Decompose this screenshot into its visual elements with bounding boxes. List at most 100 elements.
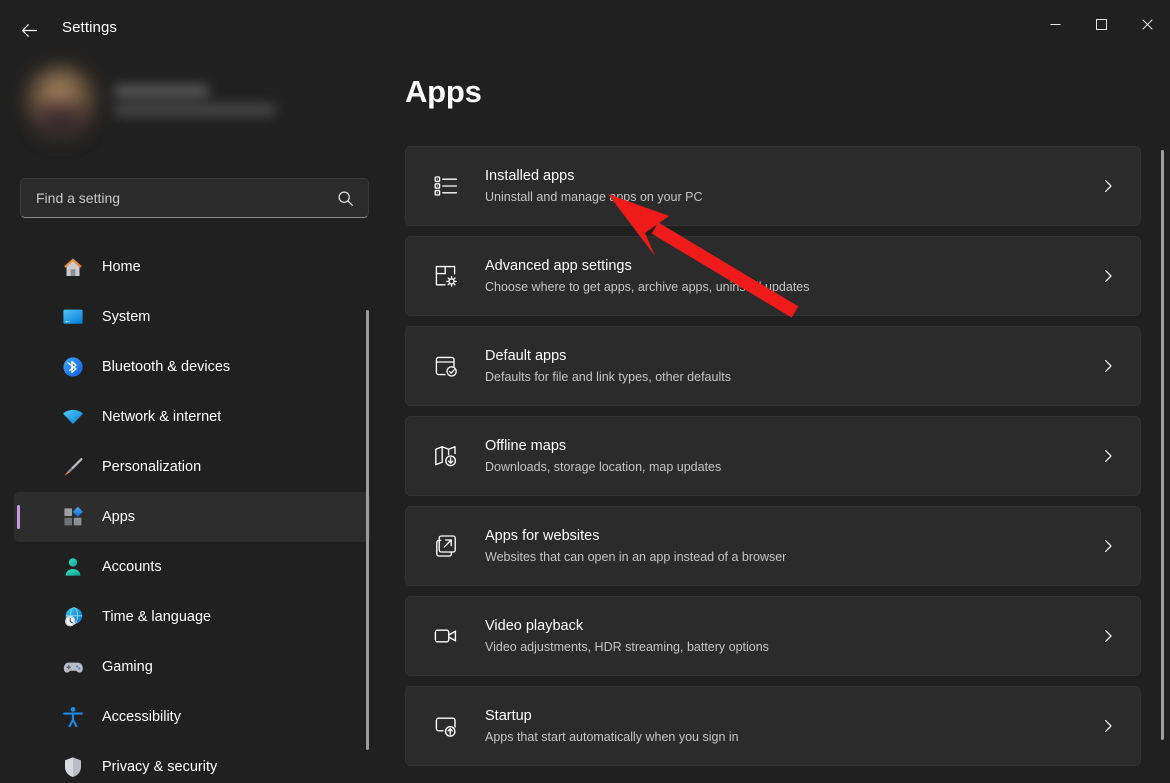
main-content: Apps (390, 52, 1170, 783)
startup-upload-icon (428, 708, 464, 744)
card-offline-maps[interactable]: Offline maps Downloads, storage location… (405, 416, 1141, 496)
card-installed-apps[interactable]: Installed apps Uninstall and manage apps… (405, 146, 1141, 226)
card-text: Startup Apps that start automatically wh… (485, 706, 1100, 746)
close-button[interactable] (1124, 0, 1170, 48)
title-bar: Settings (0, 0, 1170, 60)
account-email-blurred (114, 104, 276, 116)
card-title: Default apps (485, 346, 1100, 366)
card-advanced-app-settings[interactable]: Advanced app settings Choose where to ge… (405, 236, 1141, 316)
sidebar-item-home[interactable]: Home (14, 242, 370, 292)
minimize-button[interactable] (1032, 0, 1078, 48)
home-icon (58, 252, 88, 282)
installed-apps-list-icon (428, 168, 464, 204)
card-text: Default apps Defaults for file and link … (485, 346, 1100, 386)
settings-card-list: Installed apps Uninstall and manage apps… (405, 146, 1141, 776)
chevron-right-icon (1100, 358, 1116, 374)
network-wifi-icon (58, 402, 88, 432)
sidebar: Home System (0, 52, 390, 783)
gamepad-icon (58, 652, 88, 682)
card-text: Advanced app settings Choose where to ge… (485, 256, 1100, 296)
card-text: Apps for websites Websites that can open… (485, 526, 1100, 566)
sidebar-item-label: Home (102, 259, 141, 275)
card-subtitle: Uninstall and manage apps on your PC (485, 188, 1100, 206)
card-title: Video playback (485, 616, 1100, 636)
chevron-right-icon (1100, 448, 1116, 464)
sidebar-item-label: Accessibility (102, 709, 181, 725)
sidebar-item-privacy-security[interactable]: Privacy & security (14, 742, 370, 783)
window-title: Settings (62, 19, 117, 36)
search-icon (337, 190, 354, 207)
card-subtitle: Apps that start automatically when you s… (485, 728, 1100, 746)
account-profile[interactable] (14, 52, 314, 157)
advanced-app-settings-gear-icon (428, 258, 464, 294)
bluetooth-icon (58, 352, 88, 382)
video-camera-icon (428, 618, 464, 654)
sidebar-nav-list: Home System (0, 242, 390, 783)
card-subtitle: Downloads, storage location, map updates (485, 458, 1100, 476)
shield-icon (58, 752, 88, 782)
chevron-right-icon (1100, 268, 1116, 284)
chevron-right-icon (1100, 538, 1116, 554)
account-name-blurred (114, 85, 209, 98)
clock-globe-icon (58, 602, 88, 632)
chevron-right-icon (1100, 628, 1116, 644)
sidebar-item-label: Accounts (102, 559, 162, 575)
paintbrush-icon (58, 452, 88, 482)
card-subtitle: Video adjustments, HDR streaming, batter… (485, 638, 1100, 656)
window-controls (1032, 0, 1170, 48)
settings-window: Settings (0, 0, 1170, 783)
card-startup[interactable]: Startup Apps that start automatically wh… (405, 686, 1141, 766)
sidebar-item-network-internet[interactable]: Network & internet (14, 392, 370, 442)
card-subtitle: Choose where to get apps, archive apps, … (485, 278, 1100, 296)
card-video-playback[interactable]: Video playback Video adjustments, HDR st… (405, 596, 1141, 676)
search-box[interactable] (20, 178, 369, 218)
card-title: Apps for websites (485, 526, 1100, 546)
card-apps-for-websites[interactable]: Apps for websites Websites that can open… (405, 506, 1141, 586)
offline-maps-download-icon (428, 438, 464, 474)
chevron-right-icon (1100, 718, 1116, 734)
main-scrollbar[interactable] (1161, 150, 1164, 740)
sidebar-item-label: Network & internet (102, 409, 221, 425)
page-title: Apps (405, 74, 482, 110)
sidebar-item-label: Bluetooth & devices (102, 359, 230, 375)
sidebar-item-gaming[interactable]: Gaming (14, 642, 370, 692)
sidebar-item-accounts[interactable]: Accounts (14, 542, 370, 592)
card-title: Installed apps (485, 166, 1100, 186)
maximize-icon (1096, 19, 1107, 30)
system-icon (58, 302, 88, 332)
card-subtitle: Websites that can open in an app instead… (485, 548, 1100, 566)
sidebar-item-system[interactable]: System (14, 292, 370, 342)
card-text: Installed apps Uninstall and manage apps… (485, 166, 1100, 206)
avatar-shadow (38, 104, 84, 138)
card-subtitle: Defaults for file and link types, other … (485, 368, 1100, 386)
sidebar-item-label: Time & language (102, 609, 211, 625)
apps-for-websites-external-link-icon (428, 528, 464, 564)
sidebar-item-label: Personalization (102, 459, 201, 475)
sidebar-item-label: Apps (102, 509, 135, 525)
card-default-apps[interactable]: Default apps Defaults for file and link … (405, 326, 1141, 406)
card-title: Startup (485, 706, 1100, 726)
sidebar-item-label: System (102, 309, 150, 325)
search-input[interactable] (21, 190, 337, 206)
accessibility-icon (58, 702, 88, 732)
card-text: Offline maps Downloads, storage location… (485, 436, 1100, 476)
close-icon (1142, 19, 1153, 30)
back-arrow-icon (19, 20, 40, 41)
sidebar-item-personalization[interactable]: Personalization (14, 442, 370, 492)
back-button[interactable] (10, 12, 48, 48)
sidebar-item-bluetooth-devices[interactable]: Bluetooth & devices (14, 342, 370, 392)
main-scrollbar-thumb[interactable] (1161, 150, 1164, 740)
minimize-icon (1050, 19, 1061, 30)
card-title: Advanced app settings (485, 256, 1100, 276)
card-text: Video playback Video adjustments, HDR st… (485, 616, 1100, 656)
chevron-right-icon (1100, 178, 1116, 194)
accounts-person-icon (58, 552, 88, 582)
sidebar-item-apps[interactable]: Apps (14, 492, 370, 542)
sidebar-item-accessibility[interactable]: Accessibility (14, 692, 370, 742)
sidebar-scrollbar[interactable] (366, 310, 369, 750)
card-title: Offline maps (485, 436, 1100, 456)
sidebar-item-time-language[interactable]: Time & language (14, 592, 370, 642)
maximize-button[interactable] (1078, 0, 1124, 48)
sidebar-scrollbar-thumb[interactable] (366, 310, 369, 750)
apps-icon (58, 502, 88, 532)
